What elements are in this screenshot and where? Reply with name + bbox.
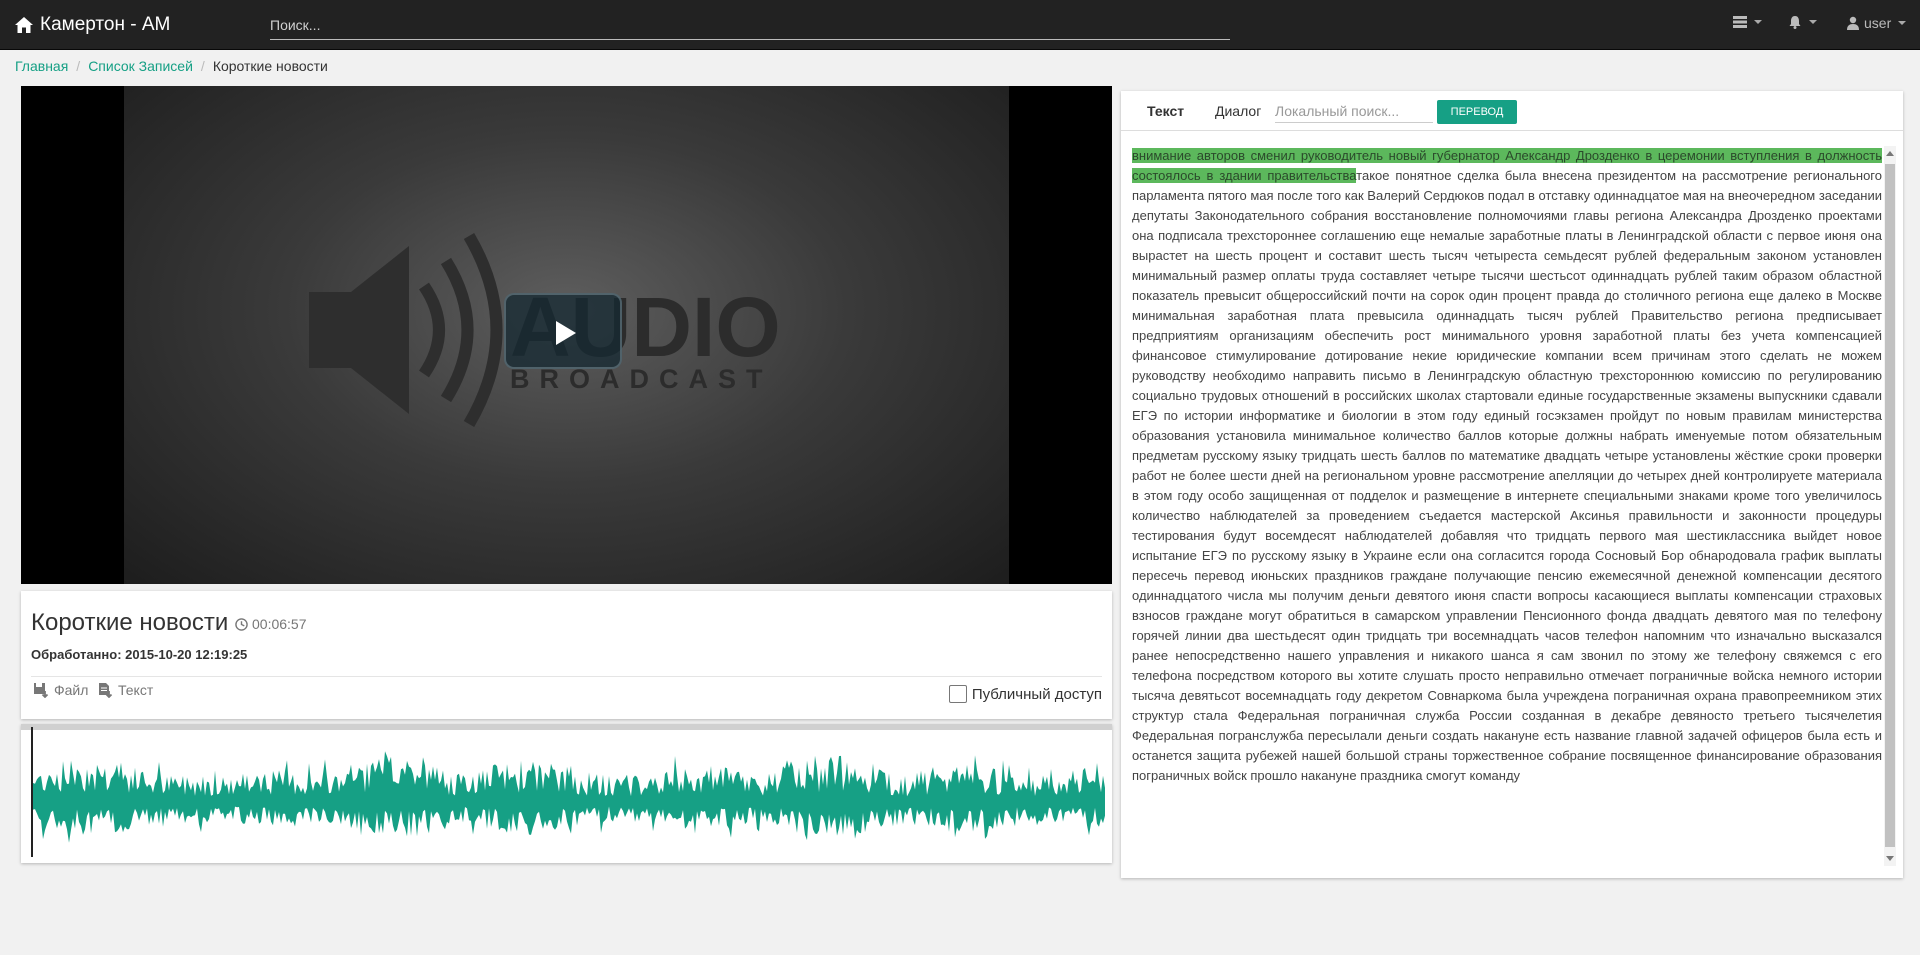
audio-waveform[interactable] bbox=[21, 724, 1112, 863]
audio-player[interactable]: AUDIO BROADCAST bbox=[21, 86, 1112, 584]
transcript-tabs: Текст Диалог ПЕРЕВОД bbox=[1121, 91, 1903, 131]
play-button[interactable] bbox=[504, 293, 622, 369]
public-access-toggle[interactable]: Публичный доступ bbox=[948, 685, 1102, 703]
local-search-input[interactable] bbox=[1275, 101, 1433, 123]
public-access-label: Публичный доступ bbox=[971, 685, 1102, 703]
brand-title: Камертон - АМ bbox=[40, 14, 171, 35]
transcript-panel: Текст Диалог ПЕРЕВОД внимание авторов см… bbox=[1121, 91, 1903, 878]
download-file-label: Файл bbox=[54, 682, 89, 698]
scroll-up-arrow-icon[interactable] bbox=[1886, 151, 1894, 156]
transcript-body: такое понятное сделка была внесена прези… bbox=[1132, 168, 1882, 783]
list-icon bbox=[1733, 16, 1747, 28]
text-download-icon bbox=[99, 683, 113, 698]
waveform-panel[interactable] bbox=[21, 724, 1112, 863]
clock-icon bbox=[235, 617, 248, 631]
record-title: Короткие новости bbox=[31, 609, 229, 636]
chevron-down-icon bbox=[1898, 21, 1907, 25]
brand-link[interactable]: Камертон - АМ bbox=[14, 14, 170, 36]
notifications-menu[interactable] bbox=[1788, 15, 1817, 29]
transcript-text[interactable]: внимание авторов сменил руководитель нов… bbox=[1132, 146, 1882, 871]
floppy-download-icon bbox=[34, 683, 49, 698]
chevron-down-icon bbox=[1809, 20, 1817, 24]
list-menu[interactable] bbox=[1733, 15, 1762, 29]
breadcrumb-current: Короткие новости bbox=[212, 58, 328, 74]
record-duration: 00:06:57 bbox=[235, 616, 307, 632]
bell-icon bbox=[1789, 16, 1801, 29]
top-navbar: Камертон - АМ user bbox=[0, 0, 1920, 50]
scrollbar-thumb[interactable] bbox=[1885, 164, 1895, 847]
user-icon bbox=[1847, 16, 1859, 30]
tab-dialog[interactable]: Диалог bbox=[1215, 103, 1261, 119]
breadcrumb-home-link[interactable]: Главная bbox=[15, 58, 68, 74]
download-file-button[interactable]: Файл bbox=[33, 682, 88, 698]
processed-date: Обработанно: 2015-10-20 12:19:25 bbox=[31, 647, 248, 662]
public-access-checkbox[interactable] bbox=[948, 685, 967, 703]
download-text-label: Текст bbox=[118, 682, 154, 698]
home-icon bbox=[15, 17, 33, 33]
transcript-scrollbar[interactable] bbox=[1884, 146, 1896, 866]
waveform-shape bbox=[33, 751, 1105, 843]
breadcrumb-records-link[interactable]: Список Записей bbox=[88, 58, 193, 74]
download-text-button[interactable]: Текст bbox=[97, 682, 153, 698]
global-search-input[interactable] bbox=[270, 14, 1230, 40]
duration-value: 00:06:57 bbox=[252, 616, 307, 632]
user-name: user bbox=[1864, 15, 1892, 31]
breadcrumb: Главная / Список Записей / Короткие ново… bbox=[15, 58, 328, 74]
playback-cursor[interactable] bbox=[31, 727, 33, 857]
breadcrumb-separator: / bbox=[76, 58, 81, 74]
tab-text[interactable]: Текст bbox=[1147, 103, 1184, 119]
info-divider bbox=[31, 676, 1102, 677]
user-menu[interactable]: user bbox=[1846, 15, 1907, 31]
record-info-card: Короткие новости 00:06:57 Обработанно: 2… bbox=[21, 591, 1112, 719]
scroll-down-arrow-icon[interactable] bbox=[1886, 856, 1894, 861]
chevron-down-icon bbox=[1754, 20, 1762, 24]
breadcrumb-separator: / bbox=[200, 58, 205, 74]
translate-button[interactable]: ПЕРЕВОД bbox=[1437, 100, 1517, 124]
